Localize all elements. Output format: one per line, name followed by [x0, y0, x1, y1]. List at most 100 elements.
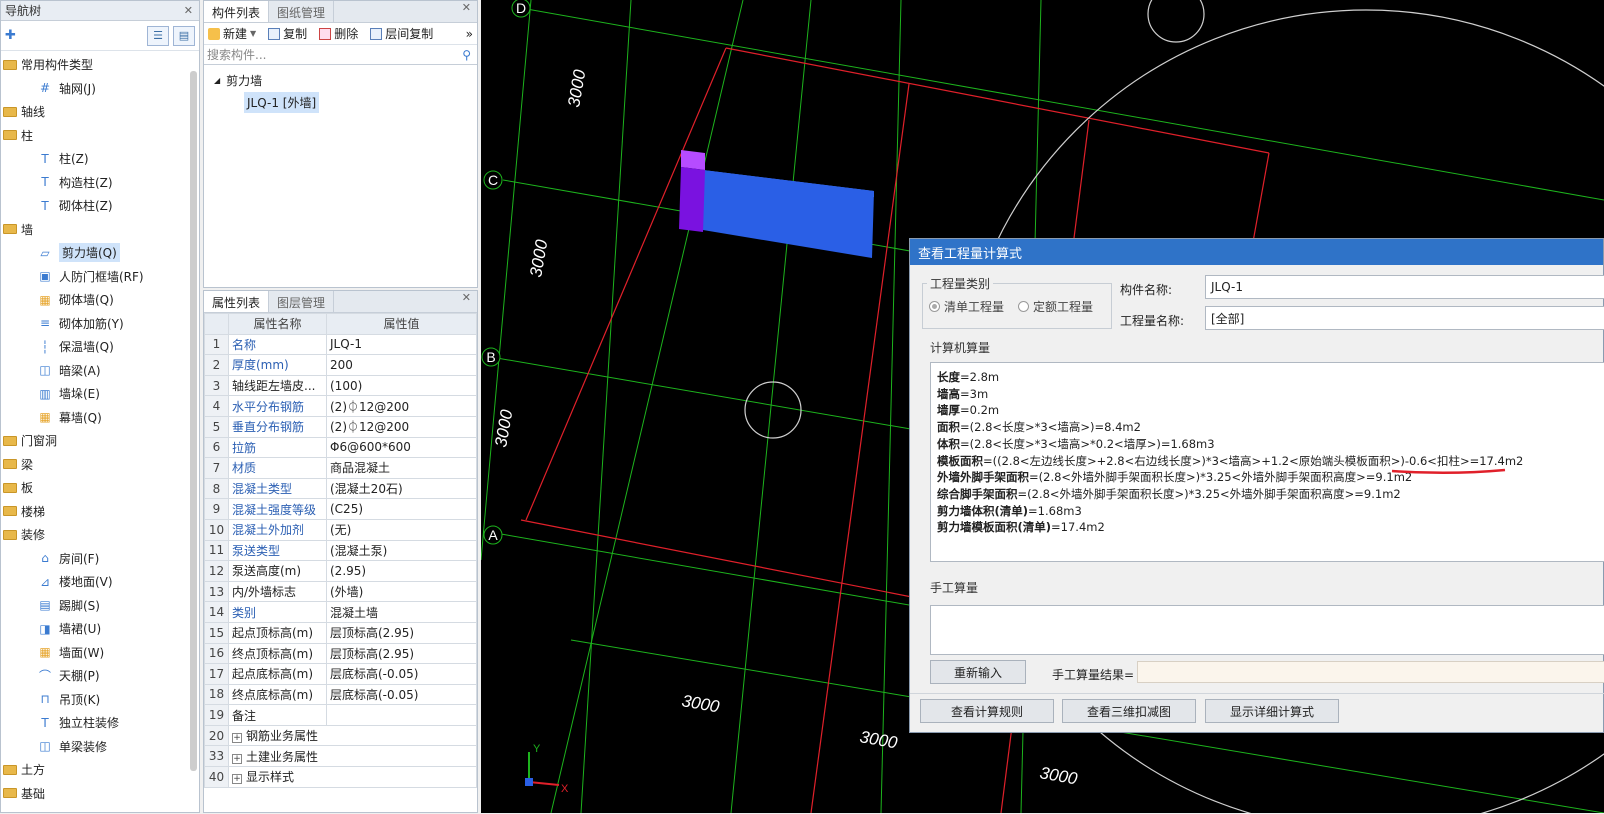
expand-icon[interactable]: +: [232, 733, 242, 744]
tree-item[interactable]: ⌒ 天棚(P): [1, 664, 189, 688]
tree-item[interactable]: T 构造柱(Z): [1, 171, 189, 195]
property-value[interactable]: (2)⏀12@200: [326, 395, 477, 417]
property-value[interactable]: [326, 704, 477, 726]
tree-group[interactable]: 板: [1, 476, 189, 500]
tree-item[interactable]: ▤ 踢脚(S): [1, 594, 189, 618]
property-row[interactable]: 4 水平分布钢筋 (2)⏀12@200: [204, 395, 477, 417]
close-icon[interactable]: ✕: [462, 1, 471, 22]
property-row[interactable]: 19 备注: [204, 704, 477, 726]
close-icon[interactable]: ✕: [184, 4, 193, 17]
panel-view-icon[interactable]: ▤: [173, 25, 195, 46]
calc-formula-box[interactable]: 长度=2.8m 墙高=3m 墙厚=0.2m 面积=(2.8<长度>*3<墙高>)=8.…: [930, 362, 1604, 562]
tab-drawing-manage[interactable]: 图纸管理: [269, 1, 335, 22]
property-row[interactable]: 11 泵送类型 (混凝土泵): [204, 539, 477, 562]
tree-group[interactable]: 装修: [1, 523, 189, 547]
property-value[interactable]: 商品混凝土: [326, 457, 477, 479]
nav-scrollbar[interactable]: [190, 71, 197, 771]
new-button[interactable]: 新建 ▼: [208, 25, 256, 42]
tree-item[interactable]: ▦ 幕墙(Q): [1, 406, 189, 430]
property-value[interactable]: 层底标高(-0.05): [326, 683, 477, 706]
property-value[interactable]: 混凝土墙: [326, 601, 477, 623]
property-value[interactable]: 层顶标高(2.95): [326, 621, 477, 644]
tree-item[interactable]: T 砌体柱(Z): [1, 194, 189, 218]
property-row[interactable]: 7 材质 商品混凝土: [204, 457, 477, 479]
property-value[interactable]: (混凝土20石): [326, 477, 477, 500]
tree-group[interactable]: 梁: [1, 453, 189, 477]
property-row[interactable]: 20 + 钢筋业务属性: [204, 724, 477, 747]
property-value[interactable]: (2.95): [326, 560, 477, 582]
property-row[interactable]: 10 混凝土外加剂 (无): [204, 518, 477, 541]
property-row[interactable]: 15 起点顶标高(m) 层顶标高(2.95): [204, 621, 477, 644]
tab-property-list[interactable]: 属性列表: [204, 291, 270, 312]
tree-group[interactable]: 基础: [1, 782, 189, 806]
tab-layer-manage[interactable]: 图层管理: [269, 291, 335, 312]
tree-item[interactable]: ▦ 砌体墙(Q): [1, 288, 189, 312]
property-row[interactable]: 3 轴线距左墙皮... (100): [204, 374, 477, 397]
property-value[interactable]: (混凝土泵): [326, 539, 477, 562]
property-value[interactable]: (C25): [326, 498, 477, 520]
tree-item[interactable]: ◫ 单梁装修: [1, 735, 189, 759]
tree-group[interactable]: 轴线: [1, 100, 189, 124]
property-row[interactable]: 9 混凝土强度等级 (C25): [204, 498, 477, 520]
view-rules-button[interactable]: 查看计算规则: [920, 699, 1054, 723]
comp-name-field[interactable]: JLQ-1: [1205, 275, 1604, 299]
property-row[interactable]: 14 类别 混凝土墙: [204, 601, 477, 623]
tree-item[interactable]: ⌂ 房间(F): [1, 547, 189, 571]
tree-item[interactable]: # 轴网(J): [1, 77, 189, 101]
property-row[interactable]: 17 起点底标高(m) 层底标高(-0.05): [204, 663, 477, 685]
tree-group[interactable]: 常用构件类型: [1, 53, 189, 77]
property-row[interactable]: 40 + 显示样式: [204, 766, 477, 788]
qty-name-select[interactable]: [全部]: [1205, 306, 1604, 330]
property-row[interactable]: 5 垂直分布钢筋 (2)⏀12@200: [204, 415, 477, 438]
list-view-icon[interactable]: ☰: [147, 25, 169, 46]
tab-component-list[interactable]: 构件列表: [204, 1, 270, 22]
property-row[interactable]: 2 厚度(mm) 200: [204, 354, 477, 376]
property-row[interactable]: 18 终点底标高(m) 层底标高(-0.05): [204, 683, 477, 706]
tree-item[interactable]: ◫ 暗梁(A): [1, 359, 189, 383]
tree-item[interactable]: ┆ 保温墙(Q): [1, 335, 189, 359]
tree-item[interactable]: ⊓ 吊顶(K): [1, 688, 189, 712]
show-detail-button[interactable]: 显示详细计算式: [1205, 699, 1339, 723]
close-icon[interactable]: ✕: [462, 291, 471, 312]
tree-item[interactable]: T 柱(Z): [1, 147, 189, 171]
search-icon[interactable]: ⚲: [462, 48, 471, 62]
property-value[interactable]: 层顶标高(2.95): [326, 642, 477, 665]
view-3d-deduct-button[interactable]: 查看三维扣减图: [1062, 699, 1196, 723]
copy-button[interactable]: 复制: [268, 25, 307, 42]
expand-icon[interactable]: +: [232, 774, 242, 785]
tree-item[interactable]: ⊿ 楼地面(V): [1, 570, 189, 594]
tree-group[interactable]: 柱: [1, 124, 189, 148]
collapse-icon[interactable]: ◢: [214, 76, 220, 85]
manual-input[interactable]: [930, 605, 1604, 655]
property-value[interactable]: (外墙): [326, 580, 477, 603]
tree-item[interactable]: ≡ 砌体加筋(Y): [1, 312, 189, 336]
property-row[interactable]: 1 名称 JLQ-1: [204, 333, 477, 356]
tree-item[interactable]: T 独立柱装修: [1, 711, 189, 735]
tree-item[interactable]: ▣ 人防门框墙(RF): [1, 265, 189, 289]
tree-group[interactable]: 墙: [1, 218, 189, 242]
delete-button[interactable]: 删除: [319, 25, 358, 42]
pin-icon[interactable]: ✚: [5, 28, 16, 43]
radio-quota-qty[interactable]: 定额工程量: [1018, 298, 1093, 315]
property-value[interactable]: (无): [326, 518, 477, 541]
property-value[interactable]: (2)⏀12@200: [326, 415, 477, 438]
property-row[interactable]: 8 混凝土类型 (混凝土20石): [204, 477, 477, 500]
property-row[interactable]: 6 拉筋 Φ6@600*600: [204, 436, 477, 459]
component-group[interactable]: ◢ 剪力墙: [214, 69, 477, 91]
component-item[interactable]: JLQ-1 [外墙]: [214, 91, 477, 113]
property-row[interactable]: 16 终点顶标高(m) 层顶标高(2.95): [204, 642, 477, 665]
floor-copy-button[interactable]: 层间复制: [370, 25, 433, 42]
more-button[interactable]: »: [466, 27, 473, 41]
tree-item[interactable]: ▥ 墙垛(E): [1, 382, 189, 406]
reinput-button[interactable]: 重新输入: [930, 660, 1026, 684]
property-row[interactable]: 33 + 土建业务属性: [204, 745, 477, 768]
property-value[interactable]: (100): [326, 374, 477, 397]
tree-item[interactable]: ◨ 墙裙(U): [1, 617, 189, 641]
tree-item[interactable]: ▦ 墙面(W): [1, 641, 189, 665]
radio-bill-qty[interactable]: 清单工程量: [929, 298, 1004, 315]
property-value[interactable]: JLQ-1: [326, 333, 477, 356]
tree-group[interactable]: 楼梯: [1, 500, 189, 524]
property-value[interactable]: 200: [326, 354, 477, 376]
tree-group[interactable]: 土方: [1, 758, 189, 782]
expand-icon[interactable]: +: [232, 753, 242, 764]
